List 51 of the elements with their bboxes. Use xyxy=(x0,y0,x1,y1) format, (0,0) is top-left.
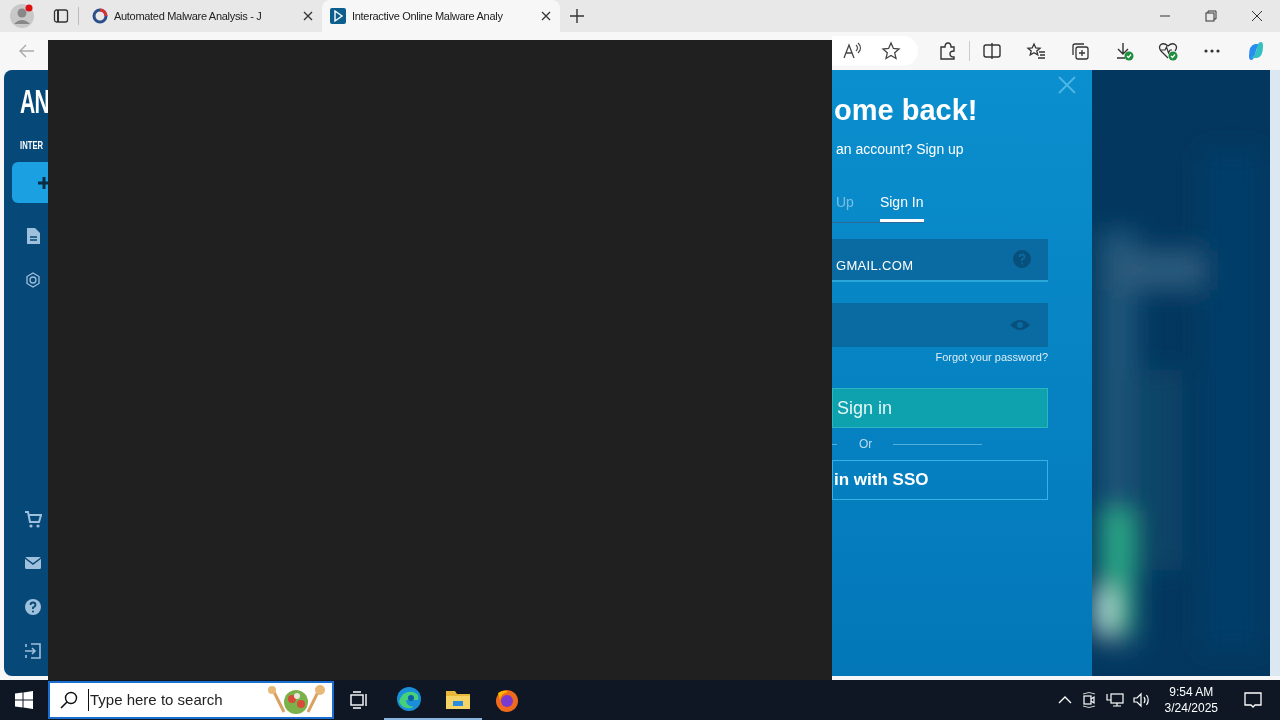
sso-button[interactable]: in with SSO xyxy=(832,460,1048,500)
taskbar-search-field[interactable]: Type here to search xyxy=(48,681,334,719)
close-icon[interactable] xyxy=(1251,10,1263,22)
sign-in-button[interactable]: Sign in xyxy=(832,388,1048,428)
star-icon[interactable] xyxy=(880,41,901,61)
password-field[interactable] xyxy=(832,302,1048,347)
tab-actions-icon[interactable] xyxy=(53,8,69,24)
logo-text: AN xyxy=(20,84,50,118)
close-icon[interactable] xyxy=(540,10,552,22)
browser-tab[interactable]: Interactive Online Malware Analy xyxy=(322,0,560,32)
read-aloud-icon[interactable] xyxy=(841,41,862,61)
restore-icon[interactable] xyxy=(1205,10,1217,22)
camera-icon[interactable] xyxy=(1080,692,1097,708)
logo-subtitle: INTER xyxy=(20,138,44,153)
ring-logo-icon xyxy=(92,8,108,24)
collections-icon[interactable] xyxy=(1070,41,1090,61)
divider-label: Or xyxy=(859,436,873,453)
close-icon[interactable] xyxy=(302,10,314,22)
clock-date: 3/24/2025 xyxy=(1164,700,1218,716)
notification-icon[interactable] xyxy=(1244,691,1262,709)
task-view-icon[interactable] xyxy=(350,691,368,709)
clock[interactable]: 9:54 AM 3/24/2025 xyxy=(1156,684,1226,716)
logout-icon[interactable] xyxy=(24,642,42,660)
network-icon[interactable] xyxy=(1105,692,1124,708)
volume-icon[interactable] xyxy=(1132,692,1151,708)
browser-icon[interactable] xyxy=(494,687,520,713)
folder-icon[interactable] xyxy=(445,688,471,710)
play-logo-icon xyxy=(330,8,346,24)
favorites-icon[interactable] xyxy=(1026,41,1046,61)
signup-prompt: an account? Sign up xyxy=(835,139,965,159)
search-icon xyxy=(60,691,78,709)
help-icon[interactable] xyxy=(24,598,42,616)
new-tab-icon[interactable] xyxy=(569,8,585,24)
puzzle-icon[interactable] xyxy=(937,41,957,61)
health-check-icon[interactable] xyxy=(1158,41,1178,61)
hexagon-network-icon[interactable] xyxy=(24,271,42,289)
profile-icon[interactable] xyxy=(10,4,34,28)
form-tab[interactable]: Sign In xyxy=(879,191,924,222)
document-icon[interactable] xyxy=(24,227,42,245)
forgot-password-link[interactable]: Forgot your password? xyxy=(935,348,1048,365)
download-icon[interactable] xyxy=(1114,41,1134,61)
dialog-title: ome back! xyxy=(833,93,979,128)
address-bar[interactable] xyxy=(832,36,918,66)
clock-time: 9:54 AM xyxy=(1169,684,1214,700)
chevron-up-icon[interactable] xyxy=(1057,695,1072,705)
cart-icon[interactable] xyxy=(24,510,42,528)
split-screen-icon[interactable] xyxy=(982,41,1002,61)
mail-icon[interactable] xyxy=(24,554,42,572)
email-field[interactable]: GMAIL.COM xyxy=(832,238,1048,282)
windows-start-icon[interactable] xyxy=(15,691,33,709)
browser-icon[interactable] xyxy=(396,686,422,712)
